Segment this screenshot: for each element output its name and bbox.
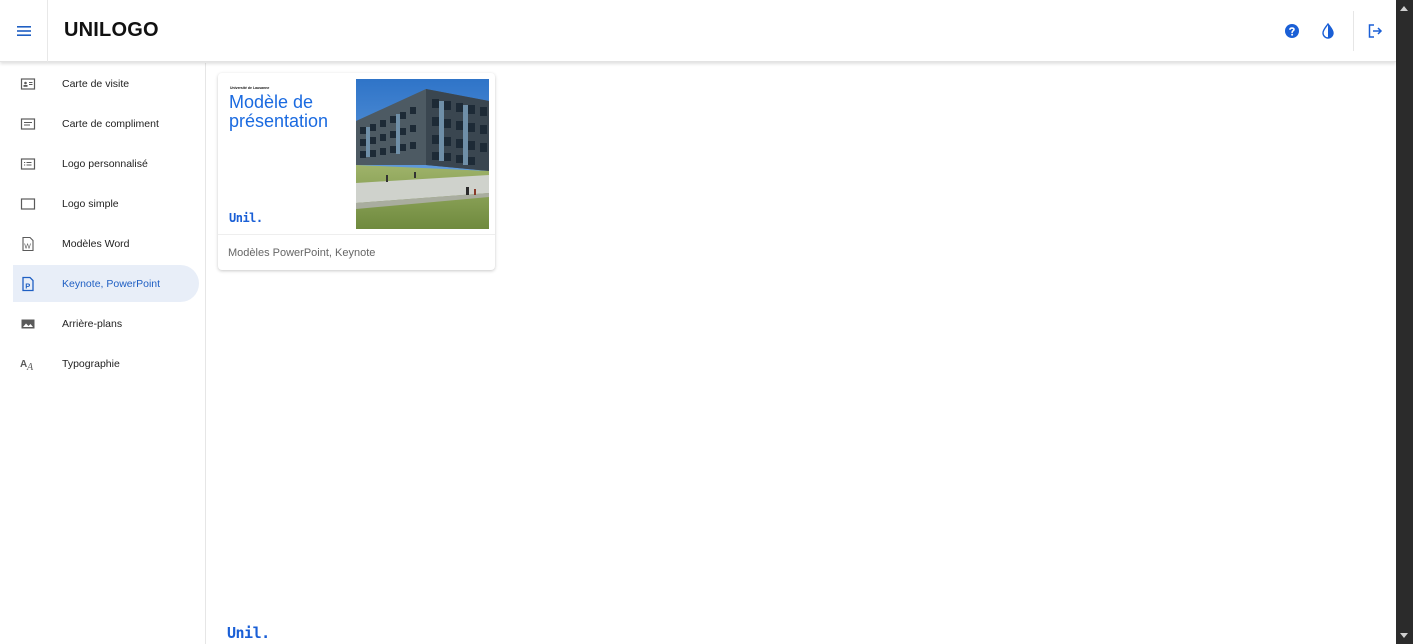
contrast-button[interactable] <box>1313 16 1343 46</box>
note-icon <box>19 115 37 133</box>
thumbnail-org-name: Université de Lausanne <box>230 86 270 90</box>
sidebar-item-label: Typographie <box>62 357 120 370</box>
card-thumbnail: Université de Lausanne Modèle de présent… <box>218 73 495 235</box>
sidebar: Carte de visite Carte de compliment Logo… <box>0 63 206 644</box>
sidebar-item-logo-simple[interactable]: Logo simple <box>13 185 199 222</box>
rectangle-icon <box>19 195 37 213</box>
sidebar-item-carte-de-visite[interactable]: Carte de visite <box>13 65 199 102</box>
sidebar-item-typographie[interactable]: AA Typographie <box>13 345 199 382</box>
thumbnail-title: Modèle de présentation <box>229 92 329 131</box>
sidebar-item-label: Arrière-plans <box>62 317 123 330</box>
word-document-icon: W <box>19 235 37 253</box>
svg-text:W: W <box>24 243 31 250</box>
template-card[interactable]: Université de Lausanne Modèle de présent… <box>218 73 495 270</box>
app: UNILOGO Carte de visite Carte de complim… <box>0 0 1413 644</box>
app-title: UNILOGO <box>64 19 159 41</box>
sidebar-item-label: Modèles Word <box>62 237 130 250</box>
powerpoint-document-icon: P <box>19 275 37 293</box>
hamburger-menu-icon <box>16 25 31 36</box>
sidebar-item-label: Carte de visite <box>62 77 130 90</box>
page-scrollbar[interactable] <box>1396 0 1413 644</box>
sidebar-item-label: Logo personnalisé <box>62 157 148 170</box>
logout-button[interactable] <box>1360 16 1390 46</box>
scroll-down-icon[interactable] <box>1400 633 1408 638</box>
sidebar-item-label: Logo simple <box>62 197 119 210</box>
help-icon <box>1285 24 1299 38</box>
contrast-icon <box>1322 23 1334 39</box>
header-actions <box>1277 0 1396 62</box>
sidebar-item-carte-de-compliment[interactable]: Carte de compliment <box>13 105 199 142</box>
sidebar-item-label: Keynote, PowerPoint <box>62 277 161 290</box>
sidebar-item-arriere-plans[interactable]: Arrière-plans <box>13 305 199 342</box>
sidebar-item-logo-personnalise[interactable]: Logo personnalisé <box>13 145 199 182</box>
footer-brand-logo: Unil. <box>227 624 270 642</box>
contact-card-icon <box>19 75 37 93</box>
help-button[interactable] <box>1277 16 1307 46</box>
thumbnail-brand-logo: Unil. <box>229 211 263 225</box>
svg-text:P: P <box>25 281 30 290</box>
sidebar-item-label: Carte de compliment <box>62 117 159 130</box>
custom-logo-icon <box>19 155 37 173</box>
card-caption: Modèles PowerPoint, Keynote <box>228 247 376 259</box>
main-content: Université de Lausanne Modèle de présent… <box>207 63 1396 644</box>
svg-text:A: A <box>26 362 34 372</box>
scroll-up-icon[interactable] <box>1400 6 1408 11</box>
menu-button[interactable] <box>0 0 48 62</box>
sidebar-item-keynote-powerpoint[interactable]: P Keynote, PowerPoint <box>13 265 199 302</box>
header-divider <box>1353 11 1354 51</box>
typography-icon: AA <box>19 355 37 373</box>
logout-icon <box>1368 24 1383 38</box>
building-photo <box>356 79 489 229</box>
image-icon <box>19 315 37 333</box>
sidebar-item-modeles-word[interactable]: W Modèles Word <box>13 225 199 262</box>
top-app-bar: UNILOGO <box>0 0 1396 62</box>
